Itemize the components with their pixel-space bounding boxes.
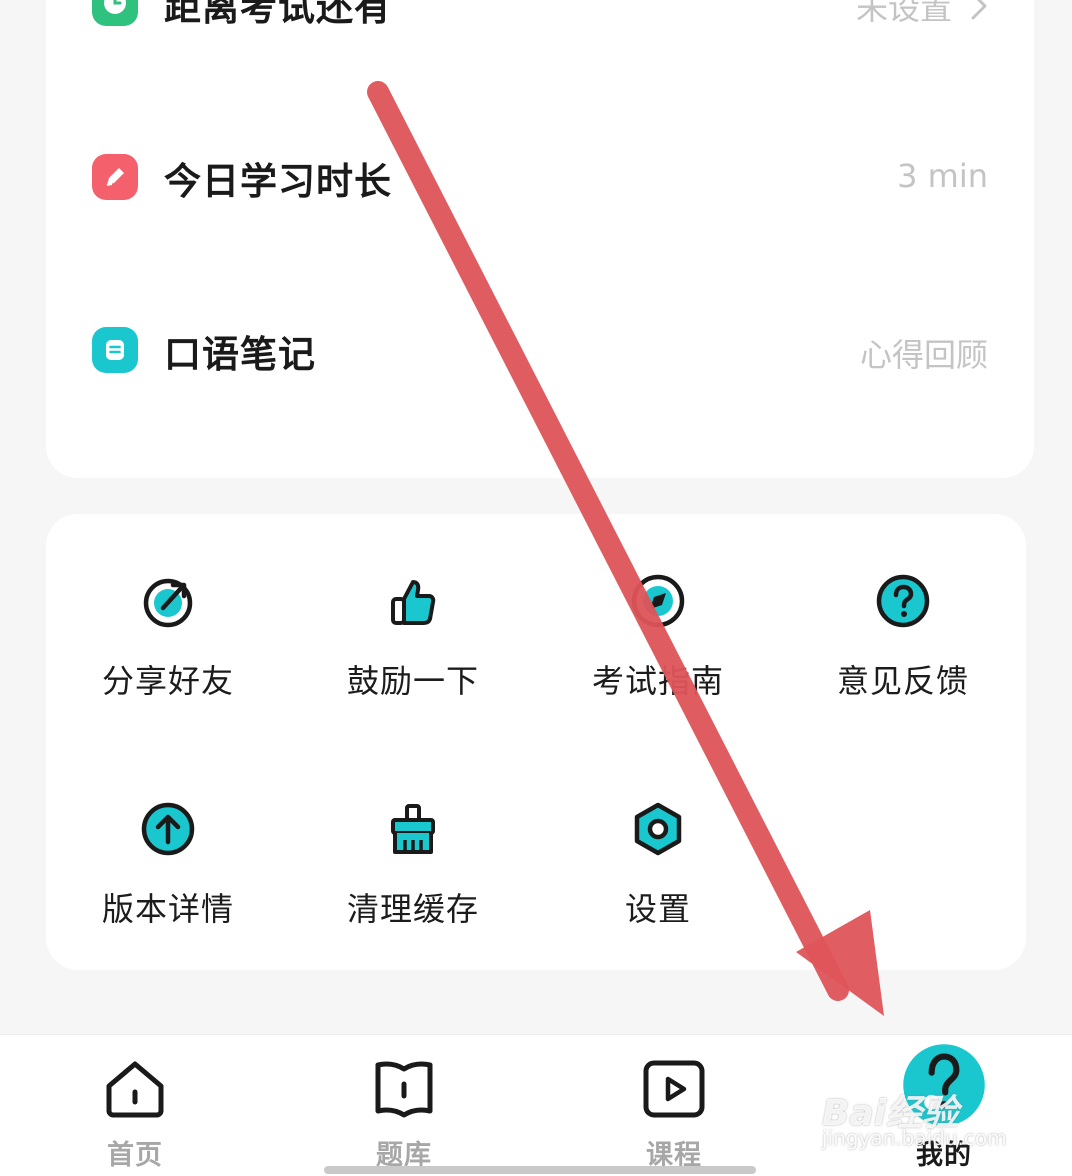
home-icon (106, 1061, 164, 1118)
exam-countdown-label: 距离考试还有 (164, 0, 392, 29)
thumbs-up-icon (391, 580, 436, 625)
study-info-card: 距离考试还有 未设置 今日学习时长 3 min 口语笔记 心得回顾 (46, 0, 1034, 478)
exam-countdown-row[interactable]: 距离考试还有 未设置 (46, 0, 1034, 43)
menu-item-version-label: 版本详情 (101, 890, 234, 928)
watermark-url: jingyan.baidu.com (822, 1126, 1007, 1150)
clock-icon (92, 0, 138, 26)
home-indicator (324, 1166, 756, 1174)
pencil-icon (92, 154, 138, 200)
menu-item-settings-label: 设置 (624, 890, 691, 928)
menu-item-exam-guide-label: 考试指南 (591, 662, 724, 700)
tab-home-label: 首页 (107, 1140, 163, 1171)
exam-countdown-value-text: 未设置 (855, 0, 952, 27)
menu-item-version[interactable]: 版本详情 (68, 742, 268, 928)
menu-item-clear-cache[interactable]: 清理缓存 (313, 742, 513, 928)
speaking-notes-label: 口语笔记 (164, 333, 316, 376)
share-icon (143, 578, 193, 628)
tab-home[interactable]: 首页 (55, 1035, 215, 1176)
tab-question-bank[interactable]: 题库 (324, 1035, 484, 1176)
study-time-label: 今日学习时长 (164, 160, 392, 203)
speaking-notes-row[interactable]: 口语笔记 心得回顾 (46, 310, 1034, 390)
note-icon (92, 327, 138, 373)
study-time-row[interactable]: 今日学习时长 3 min (46, 137, 1034, 217)
menu-grid-card: 分享好友 鼓励一下 考试指南 意见反馈 版本详情 清理缓存 设置 (46, 514, 1026, 970)
book-icon (375, 1061, 433, 1118)
question-icon (876, 574, 930, 628)
speaking-notes-value: 心得回顾 (859, 336, 988, 374)
menu-item-encourage-label: 鼓励一下 (346, 662, 479, 700)
menu-item-feedback-label: 意见反馈 (836, 662, 969, 700)
menu-item-share[interactable]: 分享好友 (68, 514, 268, 700)
chevron-right-icon (971, 0, 987, 20)
play-icon (643, 1060, 705, 1118)
menu-item-share-label: 分享好友 (101, 662, 234, 700)
upload-arrow-icon (141, 802, 195, 856)
tab-courses[interactable]: 课程 (594, 1035, 754, 1176)
broom-icon (391, 804, 435, 854)
compass-icon (631, 574, 685, 628)
exam-countdown-value: 未设置 (856, 0, 988, 29)
menu-item-feedback[interactable]: 意见反馈 (803, 514, 1003, 700)
menu-item-clear-cache-label: 清理缓存 (346, 890, 479, 928)
settings-hex-icon (634, 802, 682, 856)
menu-item-settings[interactable]: 设置 (558, 742, 758, 928)
menu-item-encourage[interactable]: 鼓励一下 (313, 514, 513, 700)
menu-item-exam-guide[interactable]: 考试指南 (558, 514, 758, 700)
study-time-value: 3 min (897, 157, 988, 195)
